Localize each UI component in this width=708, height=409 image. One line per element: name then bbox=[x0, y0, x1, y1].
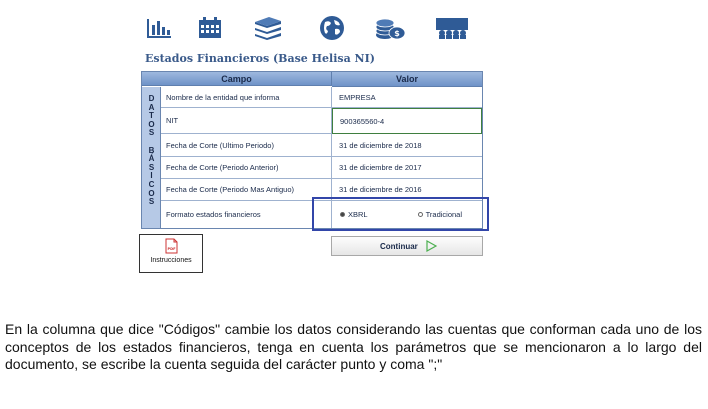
row-label-entidad: Nombre de la entidad que informa bbox=[161, 87, 332, 108]
column-header-campo: Campo bbox=[142, 72, 332, 86]
column-header-valor: Valor bbox=[332, 72, 482, 87]
instrucciones-label: Instrucciones bbox=[150, 257, 192, 264]
calendar-icon[interactable] bbox=[197, 16, 223, 40]
row-label-nit: NIT bbox=[161, 108, 332, 134]
format-highlight-box bbox=[312, 197, 489, 231]
side-label-datos-basicos: D A T O S B Á S I C O S bbox=[148, 94, 155, 207]
play-arrow-icon bbox=[426, 240, 437, 252]
value-field-fecha-anterior[interactable]: 31 de diciembre de 2017 bbox=[332, 157, 482, 179]
row-label-formato: Formato estados financieros bbox=[161, 201, 332, 228]
pdf-badge-label: PDF bbox=[167, 247, 176, 251]
value-field-fecha-ultimo[interactable]: 31 de diciembre de 2018 bbox=[332, 134, 482, 157]
books-icon[interactable] bbox=[253, 16, 283, 40]
pdf-file-icon: PDF bbox=[165, 238, 178, 254]
row-label-fecha-ultimo: Fecha de Corte (Ultimo Periodo) bbox=[161, 134, 332, 157]
meeting-icon[interactable] bbox=[436, 16, 468, 40]
instrucciones-button[interactable]: PDF Instrucciones bbox=[139, 234, 203, 273]
continuar-label: Continuar bbox=[380, 242, 418, 251]
instruction-paragraph: En la columna que dice "Códigos" cambie … bbox=[5, 321, 702, 372]
bar-chart-icon[interactable] bbox=[146, 16, 172, 40]
value-field-nit[interactable]: 900365560-4 bbox=[332, 108, 482, 134]
value-field-entidad[interactable]: EMPRESA bbox=[332, 87, 482, 108]
globe-icon[interactable] bbox=[318, 16, 346, 40]
row-label-fecha-anterior: Fecha de Corte (Periodo Anterior) bbox=[161, 157, 332, 179]
coins-icon[interactable]: $ bbox=[374, 16, 406, 40]
continuar-button[interactable]: Continuar bbox=[331, 236, 483, 256]
side-label-panel: D A T O S B Á S I C O S bbox=[142, 87, 161, 228]
row-label-fecha-antiguo: Fecha de Corte (Periodo Mas Antiguo) bbox=[161, 179, 332, 201]
form-title: Estados Financieros (Base Helisa NI) bbox=[145, 52, 375, 65]
svg-text:$: $ bbox=[394, 29, 400, 38]
